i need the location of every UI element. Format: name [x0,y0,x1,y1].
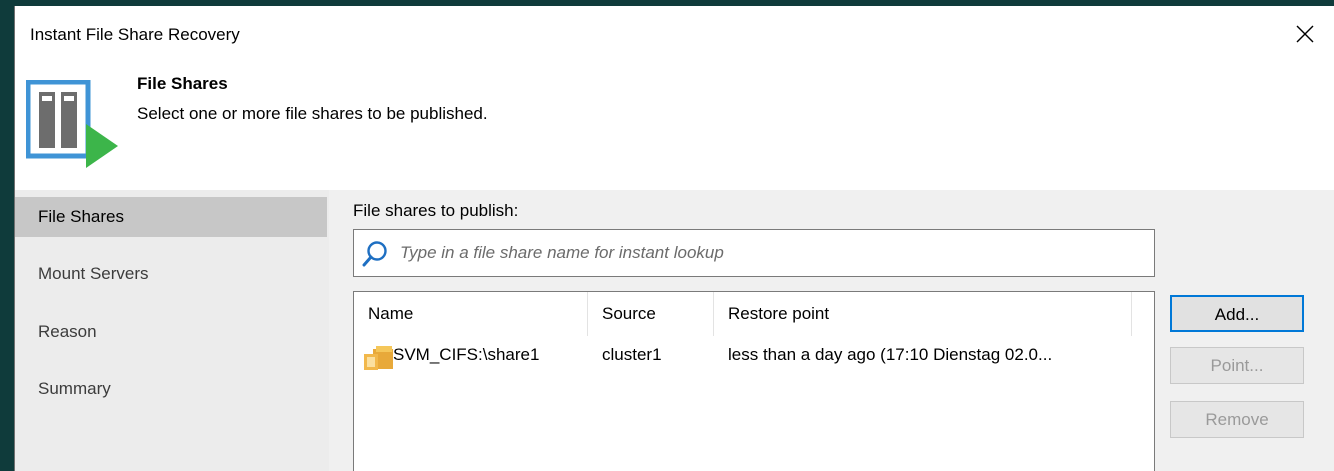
cell-name: SVM_CIFS:\share1 [393,345,540,364]
add-button[interactable]: Add... [1170,295,1304,332]
sidebar-item-file-shares[interactable]: File Shares [15,197,327,237]
header-subtitle: Select one or more file shares to be pub… [137,104,488,123]
search-input[interactable] [400,230,1140,276]
wizard-header: File Shares Select one or more file shar… [15,62,1334,191]
close-icon [1296,25,1314,43]
title-bar: Instant File Share Recovery [15,6,1334,62]
cell-source: cluster1 [602,345,662,364]
cell-restore-point: less than a day ago (17:10 Dienstag 02.0… [728,345,1053,364]
file-shares-table: Name Source Restore point SVM_CIFS:\shar… [353,291,1155,471]
point-button[interactable]: Point... [1170,347,1304,384]
search-box[interactable] [353,229,1155,277]
wizard-steps-sidebar: File Shares Mount Servers Reason Summary [15,190,329,471]
sidebar-item-reason[interactable]: Reason [15,312,327,352]
window-title: Instant File Share Recovery [30,25,240,44]
file-shares-label: File shares to publish: [353,201,519,220]
file-share-publish-icon [26,80,118,168]
sidebar-item-summary[interactable]: Summary [15,369,327,409]
search-icon [362,241,387,267]
instant-file-share-recovery-dialog: Instant File Share Recovery File Shares … [14,6,1334,471]
remove-button[interactable]: Remove [1170,401,1304,438]
file-shares-panel: File shares to publish: Name Source Rest… [329,190,1334,471]
file-share-folder-icon [364,346,393,370]
close-button[interactable] [1285,16,1325,52]
sidebar-item-mount-servers[interactable]: Mount Servers [15,254,327,294]
header-title: File Shares [137,74,228,93]
column-header-source[interactable]: Source [588,292,714,336]
column-header-name[interactable]: Name [354,292,588,336]
column-header-restore-point[interactable]: Restore point [714,292,1132,336]
